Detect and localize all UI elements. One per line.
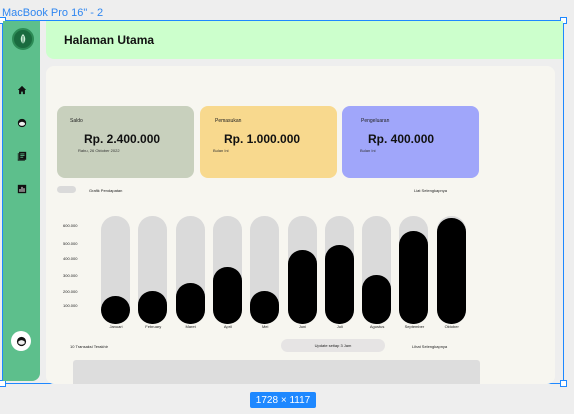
chart-see-more-link[interactable]: Liat Selengkapnya [414,188,447,193]
bar-fill [138,291,168,324]
x-tick-label: Agustus [369,324,385,329]
chart-bar[interactable] [212,216,242,324]
saldo-label: Saldo [70,118,83,124]
bar-fill [324,245,354,324]
bar-fill [101,296,130,324]
x-tick-label: Januari [109,324,123,329]
resize-handle-br[interactable] [560,380,567,387]
pengeluaran-period: Bulan Ini [360,148,376,153]
transactions-see-more-link[interactable]: Lihat Selengkapnya [412,344,447,349]
chart-bar[interactable] [250,216,280,324]
document-icon[interactable] [15,149,28,162]
logo-icon[interactable] [12,28,34,50]
sidebar [3,21,40,381]
x-tick-label: Mei [261,324,269,329]
saldo-date: Rabu, 26 Oktober 2022 [78,148,120,153]
bar-fill [287,250,317,324]
update-badge: Update setiap 3 Jam [281,339,385,352]
chart-bar[interactable] [101,216,130,324]
transactions-title: 10 Transaksi Terakhir [70,344,108,349]
pemasukan-label: Pemasukan [215,118,242,124]
page-title: Halaman Utama [64,33,155,47]
bar-fill [436,217,466,324]
bar-fill [399,230,429,324]
chart-bar[interactable] [399,216,429,324]
transactions-table [73,360,480,384]
pengeluaran-value: Rp. 400.000 [368,132,435,146]
y-tick-label: 300.000 [63,273,78,278]
dimensions-badge: 1728 × 1117 [250,392,316,408]
saldo-value: Rp. 2.400.000 [84,132,161,146]
x-tick-label: September [404,324,425,329]
x-tick-label: Oktober [444,324,459,329]
header: Halaman Utama [46,21,563,59]
y-tick-label: 100.000 [63,303,78,308]
chart-bar[interactable] [138,216,168,324]
bar-fill [362,274,392,324]
pemasukan-period: Bulan Ini [213,148,229,153]
frame-label: MacBook Pro 16" - 2 [2,7,104,19]
main-content: Saldo Rp. 2.400.000 Rabu, 26 Oktober 202… [46,66,555,384]
pemasukan-value: Rp. 1.000.000 [224,132,301,146]
chart-bar[interactable] [436,216,466,324]
chart-bar[interactable] [362,216,392,324]
saldo-card[interactable]: Saldo Rp. 2.400.000 Rabu, 26 Oktober 202… [57,106,194,178]
user-icon[interactable] [15,116,28,129]
y-tick-label: 500.000 [63,241,78,246]
x-tick-label: Juni [298,324,307,329]
bar-fill [212,266,242,324]
chart-title: Grafik Pendapatan [89,188,123,193]
pengeluaran-card[interactable]: Pengeluaran Rp. 400.000 Bulan Ini [342,106,479,178]
resize-handle-bl[interactable] [0,380,6,387]
chart-bar[interactable] [324,216,354,324]
x-tick-label: Juli [336,324,343,329]
chart-toggle[interactable] [57,186,76,193]
pengeluaran-label: Pengeluaran [361,118,390,124]
profile-avatar-icon[interactable] [11,331,31,351]
chart-bar[interactable] [175,216,205,324]
home-icon[interactable] [15,83,28,96]
y-tick-label: 200.000 [63,289,78,294]
chart-bar[interactable] [287,216,317,324]
bar-chart-icon[interactable] [15,182,28,195]
x-tick-label: Maret [185,324,196,329]
x-tick-label: February [145,324,162,329]
x-tick-label: April [223,324,232,329]
pemasukan-card[interactable]: Pemasukan Rp. 1.000.000 Bulan Ini [200,106,337,178]
bar-fill [250,291,280,324]
y-tick-label: 600.000 [63,223,78,228]
y-tick-label: 400.000 [63,256,78,261]
bar-fill [175,283,205,324]
